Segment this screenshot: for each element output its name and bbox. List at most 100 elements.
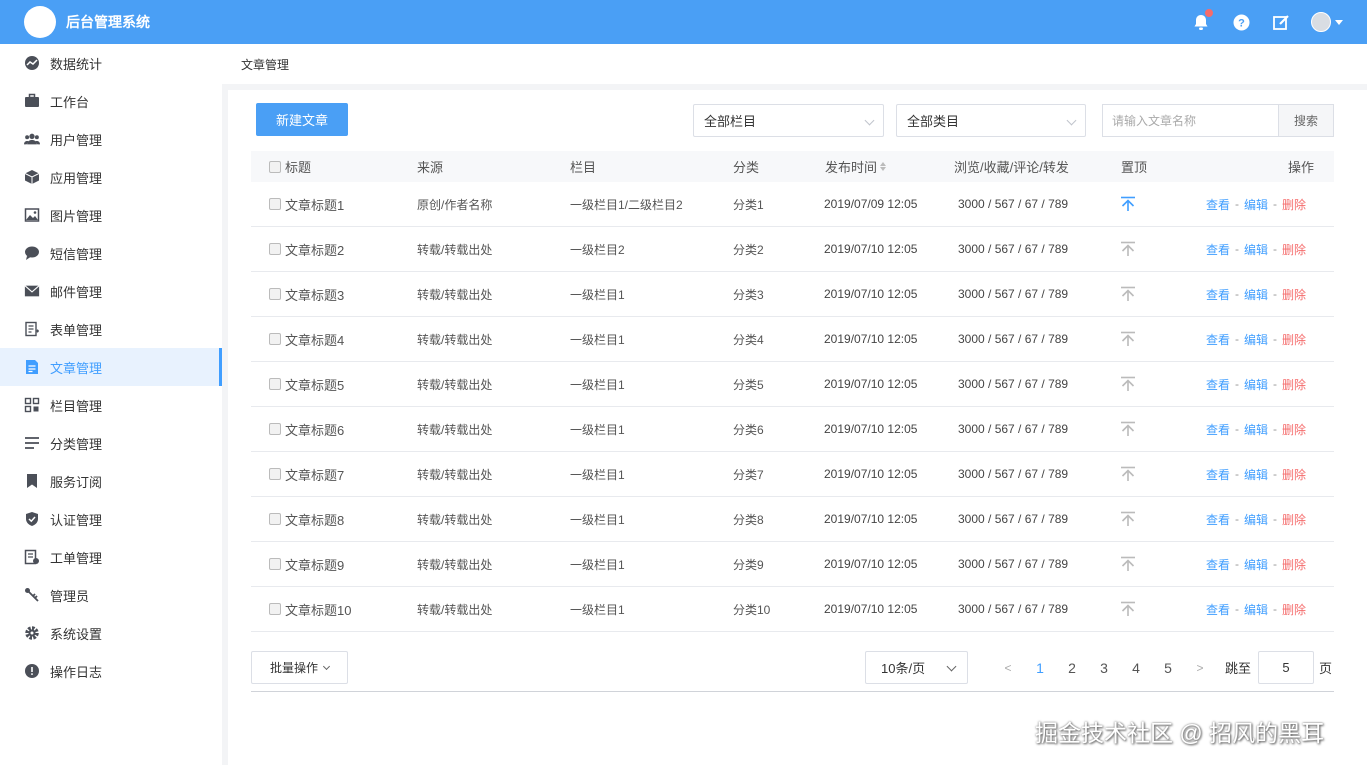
app-logo[interactable] [24,6,56,38]
page-size-select[interactable]: 10条/页 [865,651,968,684]
sidebar-item-14[interactable]: 工单管理 [0,538,222,576]
pin-icon[interactable] [1120,407,1136,451]
sidebar-item-13[interactable]: 认证管理 [0,500,222,538]
row-checkbox[interactable] [269,378,281,390]
delete-link[interactable]: 删除 [1282,196,1306,213]
delete-link[interactable]: 删除 [1282,601,1306,618]
view-link[interactable]: 查看 [1206,601,1230,618]
row-checkbox[interactable] [269,243,281,255]
row-title[interactable]: 文章标题2 [285,240,344,259]
edit-link[interactable]: 编辑 [1244,241,1268,258]
sidebar-item-12[interactable]: 服务订阅 [0,462,222,500]
row-title[interactable]: 文章标题9 [285,555,344,574]
edit-link[interactable]: 编辑 [1244,601,1268,618]
sidebar-item-11[interactable]: 分类管理 [0,424,222,462]
sidebar-item-8[interactable]: 表单管理 [0,310,222,348]
sort-icon[interactable] [880,162,887,171]
delete-link[interactable]: 删除 [1282,286,1306,303]
view-link[interactable]: 查看 [1206,511,1230,528]
row-checkbox[interactable] [269,468,281,480]
edit-link[interactable]: 编辑 [1244,556,1268,573]
row-title[interactable]: 文章标题5 [285,375,344,394]
view-link[interactable]: 查看 [1206,466,1230,483]
jump-page-input[interactable]: 5 [1258,651,1314,684]
sidebar-item-6[interactable]: 短信管理 [0,234,222,272]
pin-icon[interactable] [1120,587,1136,631]
sidebar-item-1[interactable]: 数据统计 [0,44,222,82]
row-checkbox[interactable] [269,423,281,435]
page-button-4[interactable]: 4 [1120,660,1152,676]
sidebar-item-17[interactable]: 操作日志 [0,652,222,690]
row-title[interactable]: 文章标题6 [285,420,344,439]
page-button-3[interactable]: 3 [1088,660,1120,676]
header-time[interactable]: 发布时间 [825,151,887,182]
row-checkbox[interactable] [269,333,281,345]
search-button[interactable]: 搜索 [1278,104,1334,137]
delete-link[interactable]: 删除 [1282,376,1306,393]
new-article-button[interactable]: 新建文章 [256,103,348,136]
column-select[interactable]: 全部栏目 [693,104,884,137]
edit-link[interactable]: 编辑 [1244,466,1268,483]
pin-icon[interactable] [1120,227,1136,271]
edit-link[interactable]: 编辑 [1244,511,1268,528]
view-link[interactable]: 查看 [1206,331,1230,348]
category-select[interactable]: 全部类目 [896,104,1086,137]
row-checkbox[interactable] [269,198,281,210]
pin-icon[interactable] [1120,362,1136,406]
delete-link[interactable]: 删除 [1282,331,1306,348]
sidebar-item-3[interactable]: 用户管理 [0,120,222,158]
sidebar-item-16[interactable]: 系统设置 [0,614,222,652]
next-page-button[interactable]: > [1184,661,1216,675]
pin-icon[interactable] [1120,542,1136,586]
pin-icon[interactable] [1120,452,1136,496]
row-title[interactable]: 文章标题10 [285,600,351,619]
view-link[interactable]: 查看 [1206,421,1230,438]
row-title[interactable]: 文章标题8 [285,510,344,529]
view-link[interactable]: 查看 [1206,196,1230,213]
page-button-5[interactable]: 5 [1152,660,1184,676]
sidebar-item-15[interactable]: 管理员 [0,576,222,614]
search-input[interactable]: 请输入文章名称 [1102,104,1279,137]
row-checkbox[interactable] [269,513,281,525]
user-menu[interactable] [1311,12,1343,32]
row-title[interactable]: 文章标题1 [285,195,344,214]
sidebar-item-7[interactable]: 邮件管理 [0,272,222,310]
row-checkbox[interactable] [269,558,281,570]
view-link[interactable]: 查看 [1206,376,1230,393]
sidebar-item-9[interactable]: 文章管理 [0,348,222,386]
view-link[interactable]: 查看 [1206,241,1230,258]
edit-link[interactable]: 编辑 [1244,286,1268,303]
help-icon[interactable]: ? [1231,12,1251,32]
pin-icon[interactable] [1120,317,1136,361]
page-button-2[interactable]: 2 [1056,660,1088,676]
avatar[interactable] [1311,12,1331,32]
view-link[interactable]: 查看 [1206,556,1230,573]
pin-icon[interactable] [1120,272,1136,316]
bell-icon[interactable] [1191,9,1213,32]
edit-link[interactable]: 编辑 [1244,421,1268,438]
sidebar-item-10[interactable]: 栏目管理 [0,386,222,424]
sidebar-item-4[interactable]: 应用管理 [0,158,222,196]
row-title[interactable]: 文章标题3 [285,285,344,304]
delete-link[interactable]: 删除 [1282,466,1306,483]
row-title[interactable]: 文章标题4 [285,330,344,349]
delete-link[interactable]: 删除 [1282,511,1306,528]
row-checkbox[interactable] [269,603,281,615]
edit-link[interactable]: 编辑 [1244,376,1268,393]
page-button-1[interactable]: 1 [1024,660,1056,676]
delete-link[interactable]: 删除 [1282,421,1306,438]
edit-link[interactable]: 编辑 [1244,331,1268,348]
sidebar-item-2[interactable]: 工作台 [0,82,222,120]
view-link[interactable]: 查看 [1206,286,1230,303]
delete-link[interactable]: 删除 [1282,241,1306,258]
edit-link[interactable]: 编辑 [1244,196,1268,213]
batch-actions-button[interactable]: 批量操作 [251,651,348,684]
pinned-icon[interactable] [1120,182,1136,226]
prev-page-button[interactable]: < [992,661,1024,675]
delete-link[interactable]: 删除 [1282,556,1306,573]
row-title[interactable]: 文章标题7 [285,465,344,484]
edit-icon[interactable] [1271,12,1291,32]
select-all-checkbox[interactable] [269,160,281,173]
pin-icon[interactable] [1120,497,1136,541]
sidebar-item-5[interactable]: 图片管理 [0,196,222,234]
